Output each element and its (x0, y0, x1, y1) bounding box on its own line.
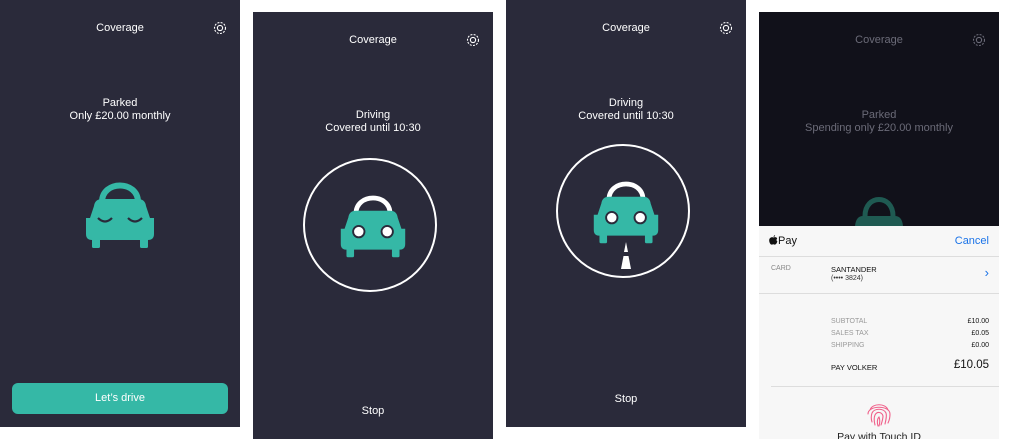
driving-car-icon (593, 181, 659, 244)
shipping-value: £0.00 (971, 342, 989, 349)
chevron-right-icon: › (984, 265, 989, 280)
driving-car-icon (340, 195, 406, 258)
status-line-2: Only £20.00 monthly (69, 110, 171, 122)
dimmed-car-icon (855, 197, 903, 226)
apple-pay-text: Pay (778, 235, 797, 247)
status-text: Driving Covered until 10:30 (506, 97, 746, 123)
gear-icon[interactable] (465, 32, 481, 48)
cancel-button[interactable]: Cancel (955, 235, 989, 247)
shipping-label: SHIPPING (831, 342, 865, 349)
screen-title: Coverage (96, 22, 144, 34)
apple-pay-screen: Coverage Parked Spending only £20.00 mon… (759, 12, 999, 439)
stop-button[interactable]: Stop (253, 405, 493, 417)
driving-road-screen: Coverage Driving Covered until 10:30 Sto… (506, 0, 746, 427)
status-text: Driving Covered until 10:30 (253, 109, 493, 135)
sales-tax-value: £0.05 (971, 330, 989, 337)
gear-icon[interactable] (212, 20, 228, 36)
gear-icon[interactable] (971, 32, 987, 48)
fingerprint-icon[interactable] (864, 398, 894, 428)
status-text: Parked Only £20.00 monthly (0, 97, 240, 123)
sleeping-car-icon (86, 182, 154, 248)
status-line-2: Covered until 10:30 (325, 122, 421, 134)
road-icon (621, 242, 631, 269)
screen-title: Coverage (602, 22, 650, 34)
pay-to-label: PAY VOLKER (831, 363, 878, 372)
apple-pay-logo: Pay (769, 235, 797, 247)
screen-title: Coverage (349, 34, 397, 46)
card-number: (•••• 3824) (831, 275, 863, 282)
status-line-1: Driving (355, 109, 391, 121)
subtotal-value: £10.00 (967, 318, 989, 325)
sales-tax-label: SALES TAX (831, 330, 869, 337)
card-name: SANTANDER (831, 265, 877, 274)
status-line-1: Parked (102, 97, 138, 109)
touch-id-label[interactable]: Pay with Touch ID (759, 431, 999, 439)
subtotal-label: SUBTOTAL (831, 318, 868, 325)
lets-drive-button[interactable]: Let’s drive (12, 383, 228, 414)
total-value: £10.05 (953, 359, 989, 371)
status-text: Parked Spending only £20.00 monthly (759, 109, 999, 135)
divider (771, 386, 999, 387)
apple-icon (769, 235, 778, 245)
status-line-2: Spending only £20.00 monthly (805, 122, 953, 134)
status-line-2: Covered until 10:30 (578, 110, 674, 122)
gear-icon[interactable] (718, 20, 734, 36)
status-line-1: Driving (608, 97, 644, 109)
card-selector[interactable]: CARD SANTANDER (•••• 3824) › (759, 257, 999, 294)
apple-pay-sheet: Pay Cancel CARD SANTANDER (•••• 3824) › … (759, 226, 999, 439)
parked-screen: Coverage Parked Only £20.00 monthly Let’… (0, 0, 240, 427)
stop-button[interactable]: Stop (506, 393, 746, 405)
screen-title: Coverage (855, 34, 903, 46)
sheet-header: Pay Cancel (759, 226, 999, 257)
status-line-1: Parked (861, 109, 897, 121)
card-label: CARD (771, 265, 791, 272)
driving-screen: Coverage Driving Covered until 10:30 Sto… (253, 12, 493, 439)
